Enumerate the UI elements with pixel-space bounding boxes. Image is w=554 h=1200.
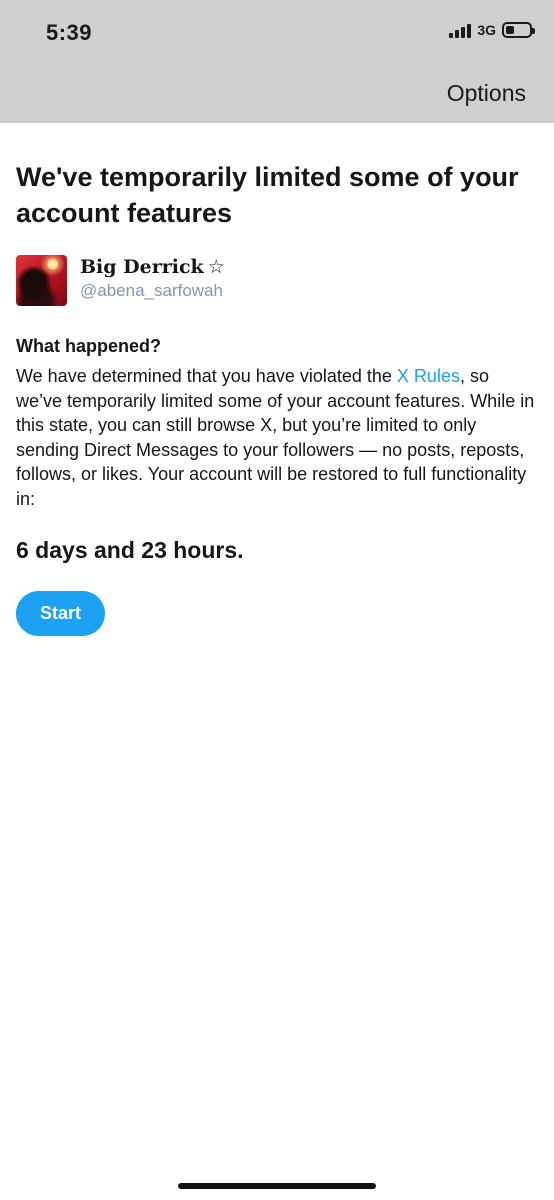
notice-text: We have determined that you have violate… (16, 364, 538, 511)
display-name: Big Derrick ☆ (80, 255, 225, 279)
section-heading: What happened? (16, 336, 161, 356)
notice-text-start: We have determined that you have violate… (16, 366, 397, 386)
battery-icon (502, 22, 535, 38)
network-label: 3G (477, 22, 496, 38)
x-rules-link[interactable]: X Rules (397, 366, 460, 386)
status-bar: 5:39 3G (0, 0, 554, 66)
notice-text-end: , so we’ve temporarily limited some of y… (16, 366, 535, 509)
avatar (16, 255, 67, 306)
top-bar: 5:39 3G Options (0, 0, 554, 123)
profile-card: Big Derrick ☆ @abena_sarfowah (16, 255, 538, 306)
start-button[interactable]: Start (16, 591, 105, 636)
page-title: We've temporarily limited some of your a… (16, 162, 519, 228)
display-name-text: Big Derrick (80, 256, 204, 278)
user-handle: @abena_sarfowah (80, 281, 223, 300)
status-indicators: 3G (449, 22, 535, 38)
star-icon: ☆ (207, 256, 225, 278)
status-time: 5:39 (46, 20, 93, 45)
options-button[interactable]: Options (447, 80, 526, 107)
home-indicator[interactable] (178, 1183, 376, 1189)
profile-info: Big Derrick ☆ @abena_sarfowah (80, 255, 225, 303)
restriction-duration: 6 days and 23 hours. (16, 537, 244, 563)
main-content: We've temporarily limited some of your a… (16, 123, 538, 636)
signal-icon (449, 22, 472, 38)
